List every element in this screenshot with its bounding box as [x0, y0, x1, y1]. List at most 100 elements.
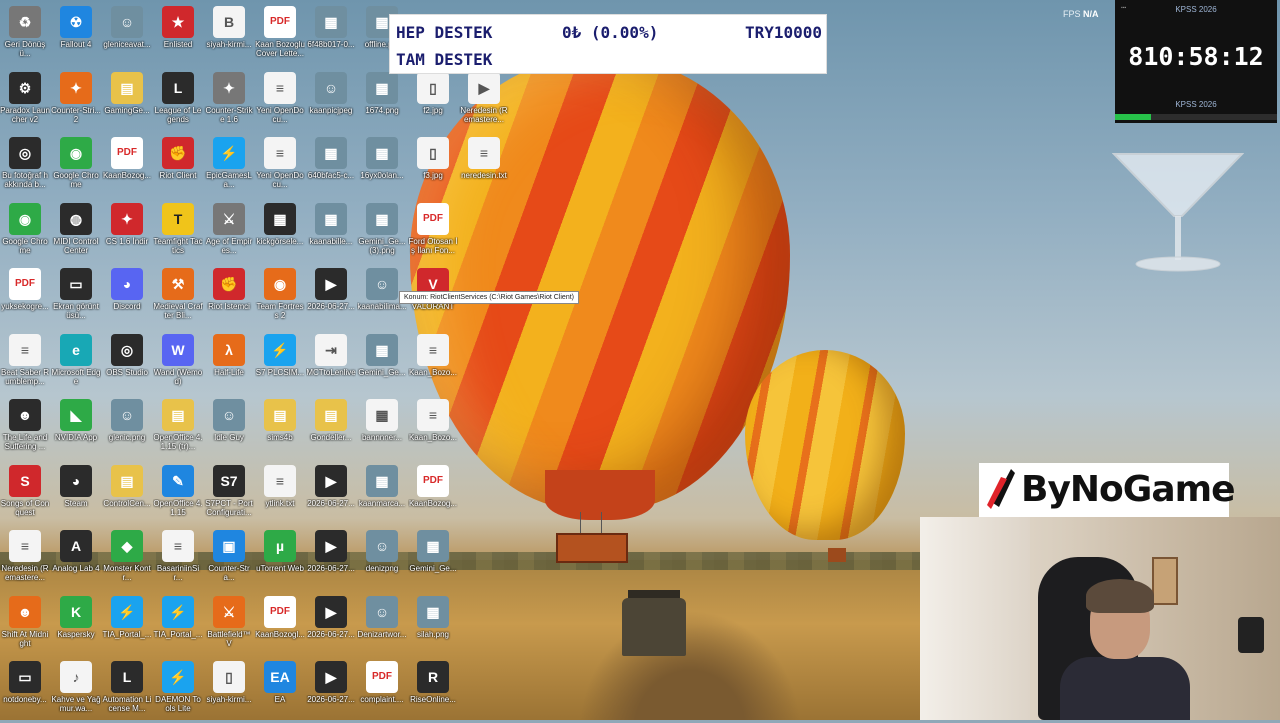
desktop-icon[interactable]: EA EA: [255, 659, 305, 723]
desktop-icon[interactable]: ▦ bannnner...: [357, 397, 407, 461]
desktop-icon[interactable]: ◉ Google Chrome: [51, 135, 101, 199]
desktop-icon[interactable]: ☺ gleniceavat...: [102, 4, 152, 68]
desktop-icon[interactable]: S7 S7PCT - Port Configurati...: [204, 463, 254, 527]
desktop-icon[interactable]: ▣ Counter-Stra...: [204, 528, 254, 592]
desktop-icon[interactable]: ▦ Gemini_Ge...: [408, 528, 458, 592]
desktop-icon[interactable]: ☻ The Life and Suffering ...: [0, 397, 50, 461]
desktop-icon[interactable]: ▤ GamingGe...: [102, 70, 152, 134]
desktop-icon[interactable]: ☺ Denizartwor...: [357, 594, 407, 658]
desktop-icon[interactable]: ☺ denizpng: [357, 528, 407, 592]
desktop-icon[interactable]: Bsiyah-kirmi...: [204, 4, 254, 68]
desktop-icon[interactable]: ▶ 2026-06-27...: [306, 528, 356, 592]
desktop-icon[interactable]: ☢ Fallout 4: [51, 4, 101, 68]
desktop-icon[interactable]: ◆ Monster Kontr...: [102, 528, 152, 592]
desktop-icon[interactable]: ▯ f3.jpg: [408, 135, 458, 199]
desktop-icon[interactable]: ▦ 16yx0olan...: [357, 135, 407, 199]
desktop-icon[interactable]: ◕ Discord: [102, 266, 152, 330]
desktop-icon[interactable]: ✊ Riot Client: [153, 135, 203, 199]
desktop-icon[interactable]: ≡ neredesin.txt: [459, 135, 509, 199]
desktop-icon[interactable]: ◍ MIDI Control Center: [51, 201, 101, 265]
desktop-icon[interactable]: ✊ Riot Istemci: [204, 266, 254, 330]
desktop-icon[interactable]: PDF Ford Otosan İş İlanı Fon...: [408, 201, 458, 265]
desktop-icon[interactable]: ▭ notdoneby...: [0, 659, 50, 723]
desktop-icon[interactable]: ≡ Kaan_Bozo...: [408, 397, 458, 461]
desktop-icon[interactable]: ▤ sims4b: [255, 397, 305, 461]
desktop-icon[interactable]: λ Half-Life: [204, 332, 254, 396]
desktop-icon[interactable]: ▭ Ekran görüntüsü...: [51, 266, 101, 330]
desktop-icon[interactable]: ◉ Team Fortress 2: [255, 266, 305, 330]
sponsor-logo: ByNoGame: [979, 463, 1236, 517]
desktop-icon[interactable]: ★ Enlisted: [153, 4, 203, 68]
desktop-icon[interactable]: ▦ kickgörsele...: [255, 201, 305, 265]
desktop-icon[interactable]: PDF complaint....: [357, 659, 407, 723]
desktop-icon[interactable]: ▶ Neredesin (Remastere...: [459, 70, 509, 134]
desktop-icon[interactable]: ✦ Counter-Strike 1.6: [204, 70, 254, 134]
desktop-icon[interactable]: ✦ Counter-Stri... 2: [51, 70, 101, 134]
desktop-icon[interactable]: ⚡ S7 PLCSIM...: [255, 332, 305, 396]
desktop-icon[interactable]: ⚡ TIA_Portal_...: [153, 594, 203, 658]
desktop-icon[interactable]: ⚔ Age of Empires...: [204, 201, 254, 265]
desktop-icon[interactable]: ⚡ TIA_Portal_...: [102, 594, 152, 658]
desktop-icon[interactable]: ▦ 1674.png: [357, 70, 407, 134]
desktop-icon[interactable]: PDF Kaan Bozoglu Cover Lette...: [255, 4, 305, 68]
desktop-icon[interactable]: ▦ Gemini_Ge...: [357, 332, 407, 396]
desktop-icon[interactable]: ▤ OpenOffice 4.1.15 (tr)...: [153, 397, 203, 461]
desktop-icon[interactable]: ▶ 2026-06-27...: [306, 463, 356, 527]
desktop-icon[interactable]: T Teamfight Tactics: [153, 201, 203, 265]
desktop-icon[interactable]: ☺ glenic.png: [102, 397, 152, 461]
desktop-icon[interactable]: ⚙ Paradox Launcher v2: [0, 70, 50, 134]
desktop-icon[interactable]: S Songs of Conquest: [0, 463, 50, 527]
desktop-icon-label: Kaan_Bozo...: [408, 433, 458, 442]
desktop-icon[interactable]: ▶ 2026-06-27...: [306, 659, 356, 723]
desktop-icon[interactable]: µ uTorrent Web: [255, 528, 305, 592]
desktop-icon[interactable]: ▯ siyah-kirmi...: [204, 659, 254, 723]
desktop-icon[interactable]: e Microsoft Edge: [51, 332, 101, 396]
desktop-icon[interactable]: ▦ silah.png: [408, 594, 458, 658]
desktop-icon[interactable]: ≡ Yeni OpenDocu...: [255, 135, 305, 199]
desktop-icon[interactable]: ≡ BasariniinSir...: [153, 528, 203, 592]
desktop-icon[interactable]: R RiseOnline...: [408, 659, 458, 723]
desktop-icon[interactable]: ≡ Beat Saber Rumblemp...: [0, 332, 50, 396]
desktop-icon[interactable]: ▦ Gemini_Ge... (3).png: [357, 201, 407, 265]
desktop-icon[interactable]: L League of Legends: [153, 70, 203, 134]
desktop-icon[interactable]: ▤ Gondeller...: [306, 397, 356, 461]
desktop-icon[interactable]: ▦ kaanmarca...: [357, 463, 407, 527]
desktop-icon[interactable]: K Kaspersky: [51, 594, 101, 658]
desktop-icon[interactable]: ≡ Kaan_Bozo...: [408, 332, 458, 396]
desktop-icon[interactable]: ▤ ControlCen...: [102, 463, 152, 527]
desktop-icon[interactable]: ⇥ MCTtoLenlive: [306, 332, 356, 396]
desktop-icon[interactable]: ✦ CS 1.6 İndir: [102, 201, 152, 265]
desktop-icon[interactable]: ▦ 6f48b017-0...: [306, 4, 356, 68]
desktop-icon[interactable]: ☺ Idle Guy: [204, 397, 254, 461]
desktop-icon[interactable]: ⚡ EpicGamesLa...: [204, 135, 254, 199]
desktop-icon[interactable]: ◣ NVIDIA App: [51, 397, 101, 461]
desktop-icon[interactable]: ◎ OBS Studio: [102, 332, 152, 396]
desktop-icon[interactable]: ▦ 640bfac5-c...: [306, 135, 356, 199]
desktop-icon[interactable]: ⚡ DAEMON Tools Lite: [153, 659, 203, 723]
desktop-icon[interactable]: ▶ 2026-06-27...: [306, 594, 356, 658]
desktop-icon[interactable]: L Automation License M...: [102, 659, 152, 723]
desktop-icon[interactable]: ▶ 2026-06-27...: [306, 266, 356, 330]
desktop-icon[interactable]: ≡ Yeni OpenDocu...: [255, 70, 305, 134]
desktop-icon[interactable]: ◎ Bu fotoğraf hakkında b...: [0, 135, 50, 199]
desktop-icon[interactable]: ⚔ Battlefield™ V: [204, 594, 254, 658]
desktop-icon[interactable]: ◕ Steam: [51, 463, 101, 527]
desktop-icon[interactable]: ⚒ Medieval Crafter Bli...: [153, 266, 203, 330]
desktop-icon[interactable]: ☺ kaanpicjpeg: [306, 70, 356, 134]
desktop-icon[interactable]: PDF KaanBozog...: [102, 135, 152, 199]
desktop-icon[interactable]: ≡ ytlink.txt: [255, 463, 305, 527]
desktop-icon-label: kaanabilima...: [357, 302, 407, 311]
desktop-icon[interactable]: ✎ OpenOffice 4.1.15: [153, 463, 203, 527]
desktop-icon[interactable]: PDF KaanBozogl...: [255, 594, 305, 658]
desktop-icon[interactable]: ♪ Kahve ve Yağmur.wa...: [51, 659, 101, 723]
desktop-icon[interactable]: A Analog Lab 4: [51, 528, 101, 592]
desktop-icon[interactable]: ☻ Shift At Midnight: [0, 594, 50, 658]
desktop-icon[interactable]: ≡ Neredesin (Remastere...: [0, 528, 50, 592]
desktop-icon[interactable]: PDF KaanBozog...: [408, 463, 458, 527]
desktop-icon[interactable]: ▦ kaanabille...: [306, 201, 356, 265]
desktop-icon[interactable]: ◉ Google Chrome: [0, 201, 50, 265]
desktop-icon[interactable]: W Wand (Wemod): [153, 332, 203, 396]
desktop-icon[interactable]: ♻ Geri Dönüşü...: [0, 4, 50, 68]
desktop-icon[interactable]: ▯ f2.jpg: [408, 70, 458, 134]
desktop-icon[interactable]: PDF yuksekogre...: [0, 266, 50, 330]
